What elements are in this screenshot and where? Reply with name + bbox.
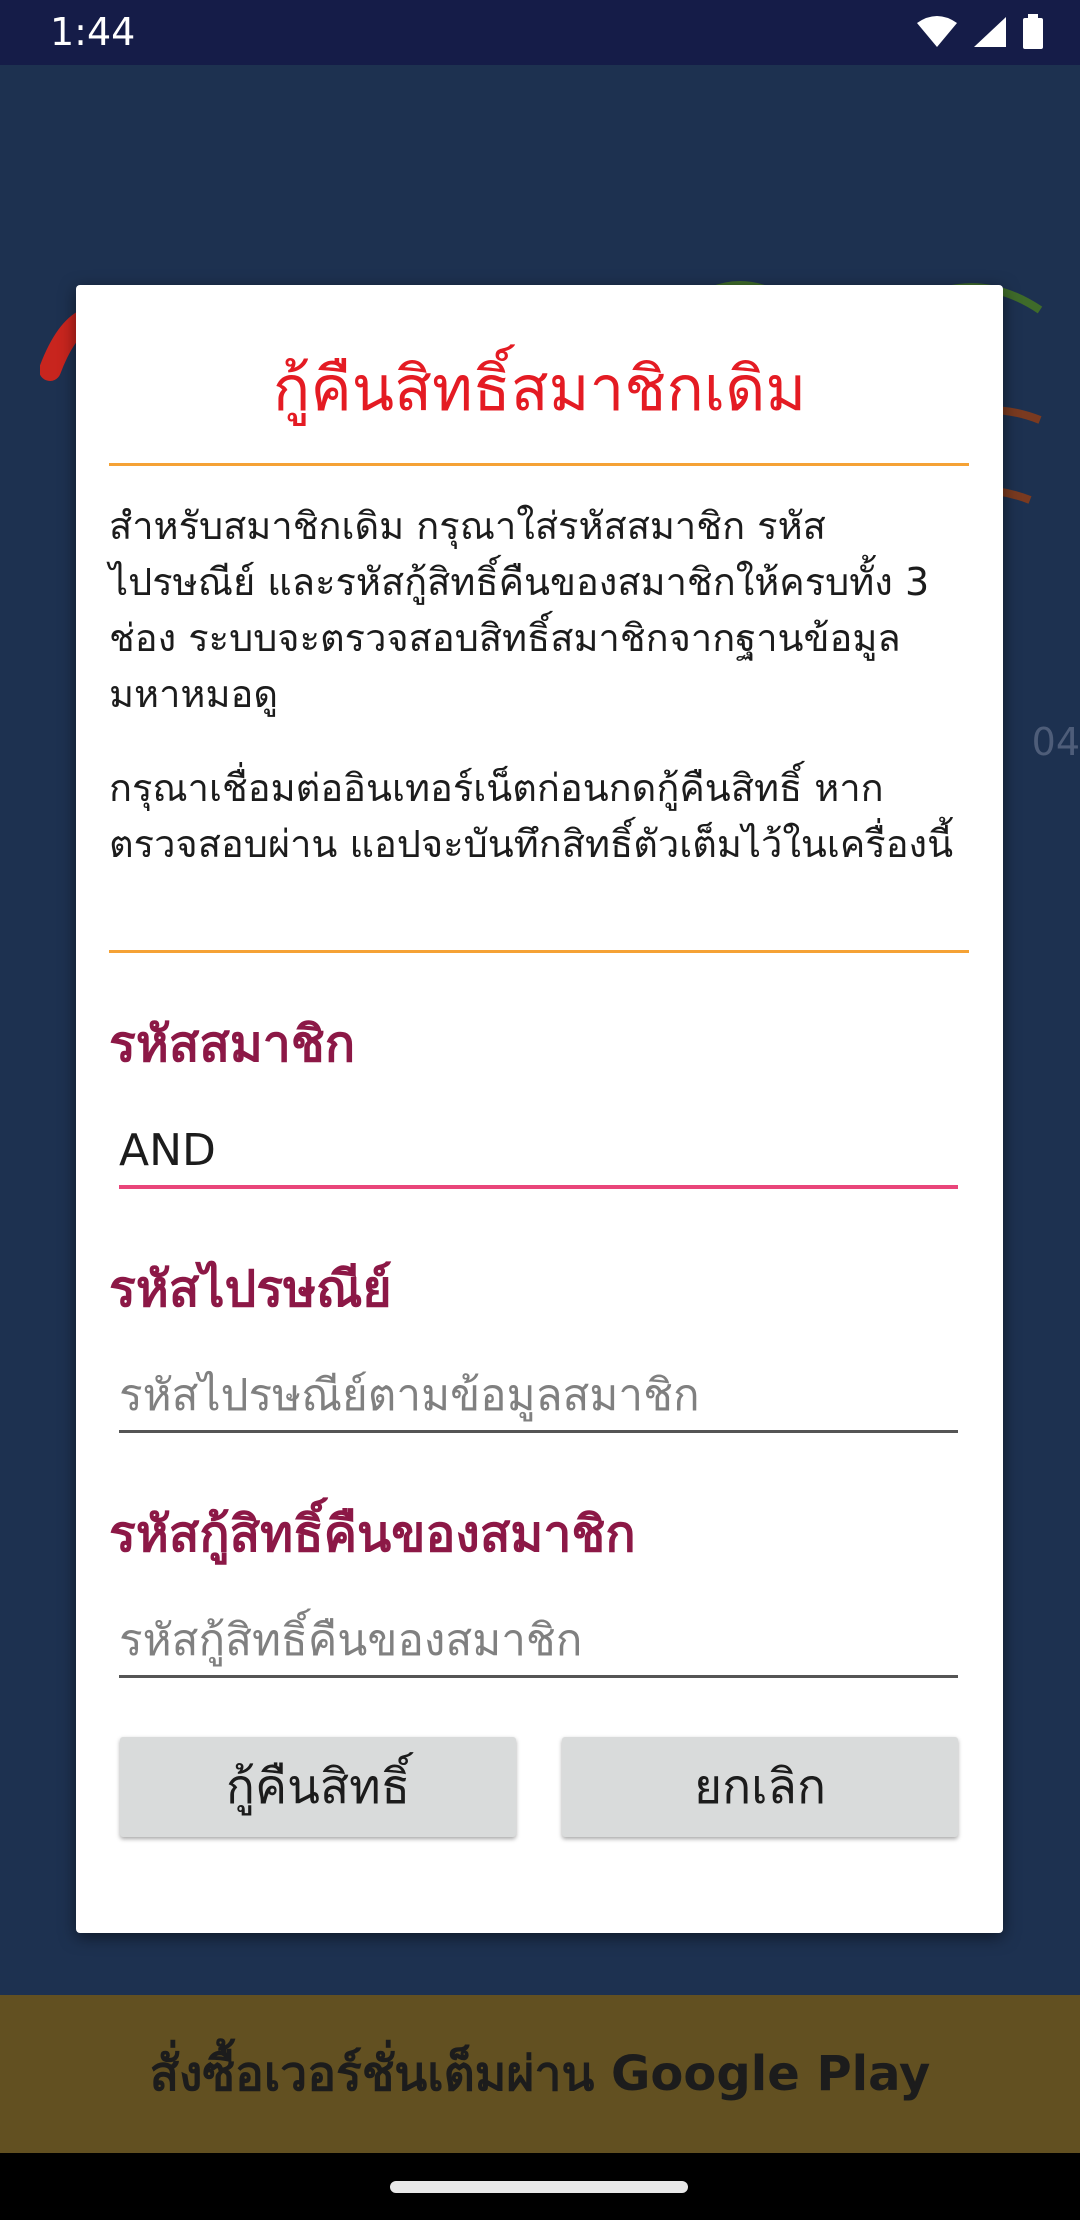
navigation-bar xyxy=(0,2153,1080,2220)
postal-code-input[interactable] xyxy=(119,1360,958,1433)
divider-bottom xyxy=(109,950,969,953)
status-time: 1:44 xyxy=(50,10,136,54)
wifi-icon xyxy=(916,15,958,53)
instructions-paragraph: สำหรับสมาชิกเดิม กรุณาใส่รหัสสมาชิก รหัส… xyxy=(109,504,930,716)
restore-membership-dialog: กู้คืนสิทธิ์สมาชิกเดิม สำหรับสมาชิกเดิม … xyxy=(76,285,1003,1933)
signal-icon xyxy=(972,15,1008,53)
banner-text: สั่งซื้อเวอร์ชั่นเต็มผ่าน Google Play xyxy=(149,2046,931,2102)
postal-code-label: รหัสไปรษณีย์ xyxy=(109,1260,392,1318)
status-icons xyxy=(916,14,1044,54)
recovery-code-input[interactable] xyxy=(119,1605,958,1678)
battery-icon xyxy=(1022,14,1044,54)
internet-notice-paragraph: กรุณาเชื่อมต่ออินเทอร์เน็ตก่อนกดกู้คืนสิ… xyxy=(109,766,954,866)
divider-top xyxy=(109,463,969,466)
version-text: 04 xyxy=(1031,720,1080,764)
status-bar: 1:44 xyxy=(0,0,1080,65)
cancel-button[interactable]: ยกเลิก xyxy=(562,1737,958,1837)
recovery-code-label: รหัสกู้สิทธิ์คืนของสมาชิก xyxy=(109,1505,636,1563)
member-id-label: รหัสสมาชิก xyxy=(109,1015,356,1073)
buy-full-version-banner[interactable]: สั่งซื้อเวอร์ชั่นเต็มผ่าน Google Play xyxy=(0,1995,1080,2153)
dialog-title: กู้คืนสิทธิ์สมาชิกเดิม xyxy=(272,352,807,425)
member-id-input[interactable] xyxy=(119,1115,958,1189)
restore-button[interactable]: กู้คืนสิทธิ์ xyxy=(120,1737,516,1837)
home-gesture-handle[interactable] xyxy=(390,2181,688,2193)
